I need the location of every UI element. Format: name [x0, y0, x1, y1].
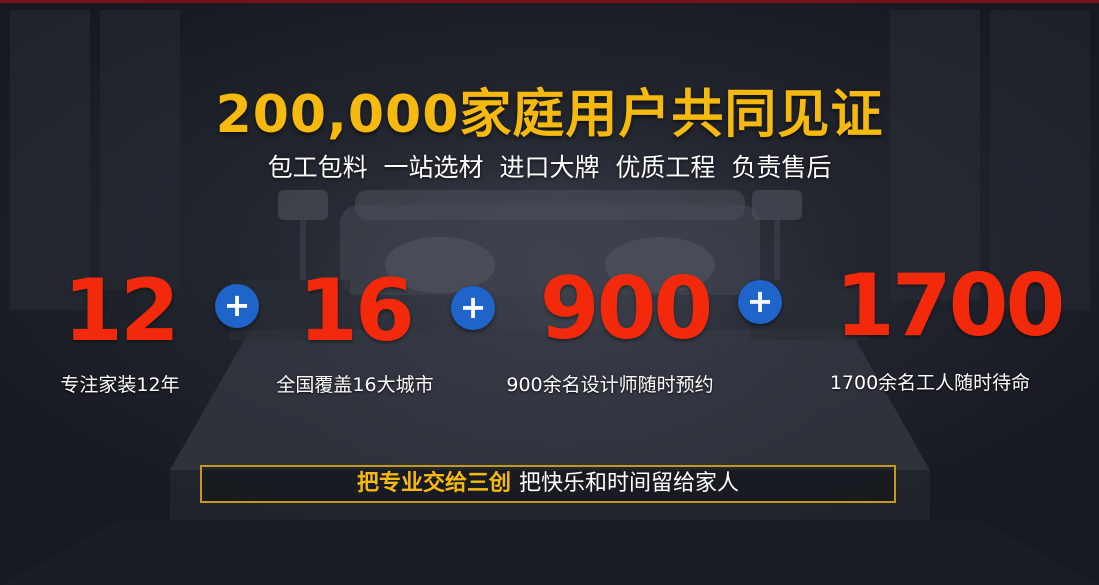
plus-icon: +: [738, 280, 782, 324]
stat-caption-designers: 900余名设计师随时预约: [506, 374, 714, 396]
plus-icon: +: [215, 284, 259, 328]
stat-caption-years: 专注家装12年: [60, 374, 180, 396]
stat-number-designers: 900: [539, 259, 714, 359]
slogan-box: 把专业交给三创 把快乐和时间留给家人: [200, 465, 896, 503]
stat-number-years: 12: [63, 261, 180, 361]
slogan-strong: 把专业交给三创: [356, 471, 511, 496]
plus-icon: +: [451, 286, 495, 330]
promo-banner: 200,000家庭用户共同见证 包工包料 一站选材 进口大牌 优质工程 负责售后…: [0, 0, 1099, 585]
stat-caption-workers: 1700余名工人随时待命: [829, 372, 1031, 394]
stat-caption-cities: 全国覆盖16大城市: [276, 374, 434, 396]
stat-number-workers: 1700: [835, 256, 1065, 356]
slogan-rest: 把快乐和时间留给家人: [519, 471, 740, 496]
stat-number-cities: 16: [298, 261, 415, 361]
headline: 200,000家庭用户共同见证: [215, 85, 884, 145]
service-highlights: 包工包料 一站选材 进口大牌 优质工程 负责售后: [267, 153, 832, 182]
